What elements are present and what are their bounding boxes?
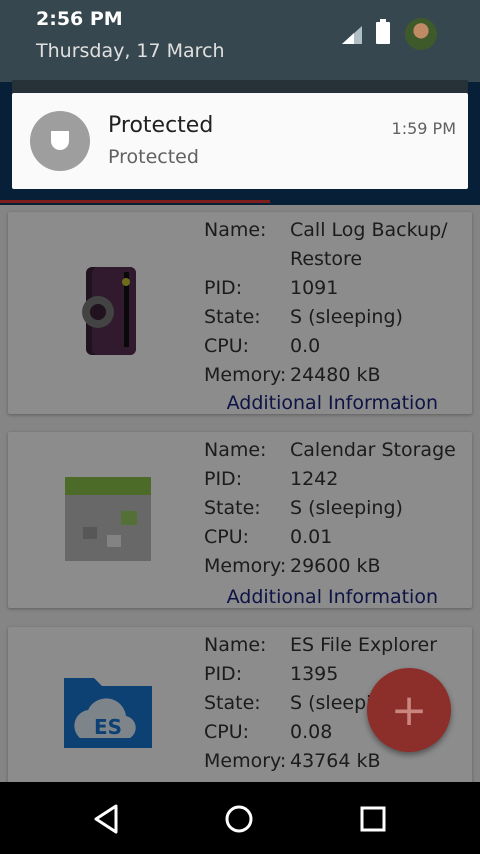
signal-icon [342,26,362,44]
avatar[interactable] [405,18,437,50]
navigation-bar [0,782,480,854]
add-fab-button[interactable]: + [367,668,451,752]
clock: 2:56 PM [36,8,123,30]
notification-body: Protected [108,146,199,168]
notification-card[interactable]: Protected 1:59 PM Protected [12,93,468,189]
notification-title: Protected [108,113,214,138]
shield-icon [30,111,90,171]
shade-edge [12,80,468,94]
recents-icon[interactable] [356,802,390,836]
home-icon[interactable] [222,802,256,836]
battery-icon [376,19,390,44]
status-header: 2:56 PM Thursday, 17 March [0,0,480,82]
notification-time: 1:59 PM [391,119,456,138]
date: Thursday, 17 March [36,40,225,62]
back-icon[interactable] [90,802,124,836]
